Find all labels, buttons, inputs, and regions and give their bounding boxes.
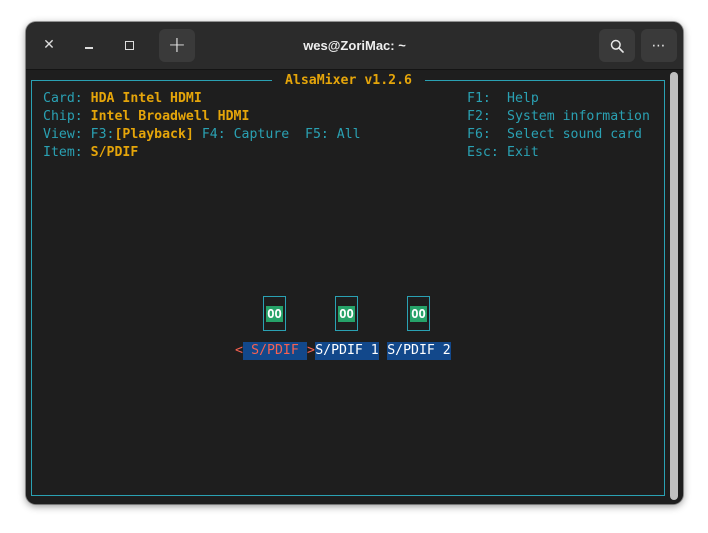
item-value: S/PDIF bbox=[90, 145, 139, 160]
terminal-window: ✕ + wes@ZoriMac: ~ ⋯ AlsaMixer v1.2.6 Ca… bbox=[26, 22, 683, 504]
new-tab-button[interactable]: + bbox=[159, 29, 195, 62]
scrollbar[interactable] bbox=[670, 72, 678, 500]
help-f1-label: Help bbox=[507, 91, 539, 106]
help-esc-key: Esc: bbox=[467, 145, 499, 160]
channel-switch-spdif-2[interactable]: OO bbox=[407, 296, 430, 331]
channel-switch-spdif[interactable]: OO bbox=[263, 296, 286, 331]
alsamixer-title: AlsaMixer v1.2.6 bbox=[272, 72, 425, 90]
plus-icon: + bbox=[167, 33, 187, 58]
maximize-icon[interactable] bbox=[118, 32, 140, 58]
view-f3-key: F3: bbox=[90, 127, 115, 142]
view-line: View: F3:[Playback] F4: Capture F5: All bbox=[43, 126, 361, 144]
view-label: View: bbox=[43, 127, 91, 142]
switch-value: OO bbox=[266, 306, 283, 322]
card-value: HDA Intel HDMI bbox=[90, 91, 202, 106]
search-button[interactable] bbox=[599, 29, 635, 62]
item-label: Item: bbox=[43, 145, 91, 160]
card-label: Card: bbox=[43, 91, 91, 106]
selection-arrow-right: > bbox=[307, 343, 315, 358]
view-playback[interactable]: [Playback] bbox=[114, 127, 193, 142]
help-f2-key: F2: bbox=[467, 109, 491, 124]
switch-value: OO bbox=[338, 306, 355, 322]
chip-line: Chip: Intel Broadwell HDMI bbox=[43, 108, 249, 126]
menu-button[interactable]: ⋯ bbox=[641, 29, 677, 62]
chip-label: Chip: bbox=[43, 109, 91, 124]
help-f6-key: F6: bbox=[467, 127, 491, 142]
card-line: Card: HDA Intel HDMI bbox=[43, 90, 202, 108]
help-f1-key: F1: bbox=[467, 91, 491, 106]
terminal-content[interactable]: AlsaMixer v1.2.6 Card: HDA Intel HDMI Ch… bbox=[26, 70, 683, 504]
help-f6-label: Select sound card bbox=[507, 127, 642, 142]
chip-value: Intel Broadwell HDMI bbox=[90, 109, 250, 124]
help-f2-label: System information bbox=[507, 109, 650, 124]
item-line: Item: S/PDIF bbox=[43, 144, 138, 162]
close-icon[interactable]: ✕ bbox=[38, 32, 60, 58]
help-esc: Esc: Exit bbox=[467, 144, 539, 162]
help-f6: F6: Select sound card bbox=[467, 126, 642, 144]
search-icon bbox=[610, 39, 624, 53]
channel-label-spdif-1[interactable]: S/PDIF 1 bbox=[315, 342, 379, 360]
help-esc-label: Exit bbox=[507, 145, 539, 160]
title-bar: ✕ + wes@ZoriMac: ~ ⋯ bbox=[26, 22, 683, 70]
channel-label-spdif-2[interactable]: S/PDIF 2 bbox=[387, 342, 451, 360]
switch-value: OO bbox=[410, 306, 427, 322]
channel-label-spdif[interactable]: S/PDIF bbox=[243, 342, 307, 360]
minimize-icon[interactable] bbox=[78, 32, 100, 58]
menu-icon: ⋯ bbox=[651, 37, 667, 54]
help-f2: F2: System information bbox=[467, 108, 650, 126]
selection-arrow-left: < bbox=[235, 343, 243, 358]
help-f1: F1: Help bbox=[467, 90, 539, 108]
view-other-modes[interactable]: F4: Capture F5: All bbox=[194, 127, 361, 142]
channel-switch-spdif-1[interactable]: OO bbox=[335, 296, 358, 331]
